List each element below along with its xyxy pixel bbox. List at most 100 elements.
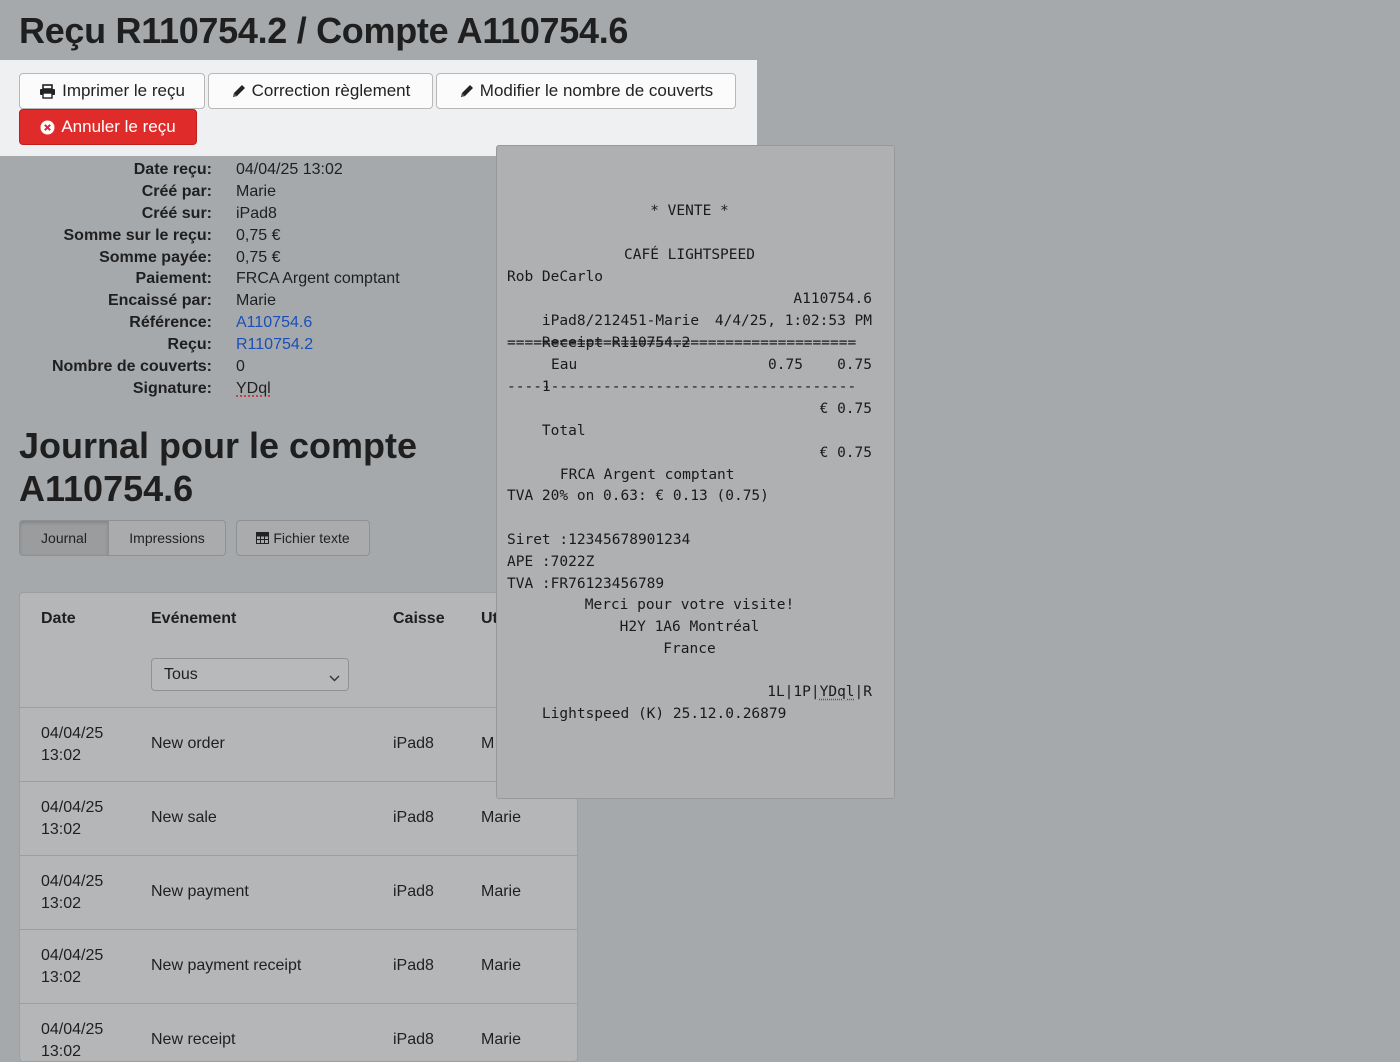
row-date: 04/04/25 13:02 xyxy=(41,1019,141,1062)
row-date-day: 04/04/25 xyxy=(41,725,103,742)
table-row[interactable]: 04/04/25 13:02 New sale iPad8 Marie xyxy=(20,781,578,855)
cancel-receipt-label: Annuler le reçu xyxy=(61,117,175,137)
pencil-icon xyxy=(459,84,474,99)
row-register: iPad8 xyxy=(393,1031,434,1049)
row-date-day: 04/04/25 xyxy=(41,1021,103,1038)
detail-value: 0,75 € xyxy=(236,227,280,245)
detail-label: Encaissé par: xyxy=(108,292,212,310)
detail-row: Encaissé par: Marie xyxy=(0,292,480,314)
row-register: iPad8 xyxy=(393,735,434,753)
detail-row: Référence: A110754.6 xyxy=(0,314,480,336)
receipt-footer: Lightspeed (K) 25.12.0.26879 1L|1P|YDql|… xyxy=(507,681,872,703)
event-filter-select[interactable]: Tous xyxy=(151,658,349,691)
signature-value: YDql xyxy=(236,380,271,398)
text-file-button[interactable]: Fichier texte xyxy=(236,520,370,556)
row-date-time: 13:02 xyxy=(41,969,81,986)
cancel-circle-icon xyxy=(40,120,55,135)
journal-title: Journal pour le compte A110754.6 xyxy=(19,424,479,510)
row-date-day: 04/04/25 xyxy=(41,947,103,964)
detail-value: FRCA Argent comptant xyxy=(236,270,400,288)
table-row[interactable]: 04/04/25 13:02 New payment receipt iPad8 … xyxy=(20,929,578,1003)
detail-value: iPad8 xyxy=(236,205,277,223)
detail-label: Date reçu: xyxy=(134,161,212,179)
column-header-register: Caisse xyxy=(393,610,445,628)
receipt-link[interactable]: R110754.2 xyxy=(236,336,313,354)
text-file-label: Fichier texte xyxy=(273,530,349,546)
edit-covers-button[interactable]: Modifier le nombre de couverts xyxy=(436,73,736,109)
table-icon xyxy=(256,532,269,544)
row-date-day: 04/04/25 xyxy=(41,873,103,890)
receipt-siret: Siret :12345678901234 xyxy=(507,529,872,551)
row-event: New sale xyxy=(151,809,217,827)
event-filter-value: Tous xyxy=(164,666,198,684)
receipt-separator: ---------------------------------------- xyxy=(507,376,872,398)
row-date: 04/04/25 13:02 xyxy=(41,871,141,915)
receipt-account: A110754.6 xyxy=(793,288,872,310)
receipt-payment-line: FRCA Argent comptant € 0.75 xyxy=(507,442,872,464)
receipt-payment-value: € 0.75 xyxy=(820,442,872,464)
chevron-down-icon xyxy=(329,669,340,687)
receipt-number-line: Receipt R110754.2 4/4/25, 1:02:53 PM xyxy=(507,310,872,332)
row-register: iPad8 xyxy=(393,957,434,975)
detail-value: 04/04/25 13:02 xyxy=(236,161,343,179)
row-register: iPad8 xyxy=(393,883,434,901)
detail-label: Nombre de couverts: xyxy=(52,358,212,376)
tab-journal[interactable]: Journal xyxy=(19,520,109,556)
tab-impressions[interactable]: Impressions xyxy=(109,520,226,556)
column-header-date: Date xyxy=(41,610,76,628)
detail-row: Nombre de couverts: 0 xyxy=(0,358,480,380)
row-user: Marie xyxy=(481,883,521,901)
row-user: Marie xyxy=(481,809,521,827)
receipt-country: France xyxy=(507,638,872,660)
table-row[interactable]: 04/04/25 13:02 New order iPad8 M xyxy=(20,707,578,781)
cancel-receipt-button[interactable]: Annuler le reçu xyxy=(19,109,197,145)
receipt-tva: TVA :FR76123456789 xyxy=(507,573,872,595)
detail-label: Signature: xyxy=(133,380,212,398)
receipt-item-unit: 0.75 xyxy=(768,354,803,376)
journal-tabs: Journal Impressions xyxy=(19,520,226,556)
receipt-footer-signature: YDql xyxy=(820,684,855,700)
detail-value: Marie xyxy=(236,292,276,310)
table-row[interactable]: 04/04/25 13:02 New receipt iPad8 Marie xyxy=(20,1003,578,1062)
detail-label: Somme sur le reçu: xyxy=(64,227,213,245)
detail-row: Paiement: FRCA Argent comptant xyxy=(0,270,480,292)
receipt-payment-label: FRCA Argent comptant xyxy=(542,467,735,483)
row-date-time: 13:02 xyxy=(41,1043,81,1060)
printer-icon xyxy=(39,84,56,99)
detail-label: Somme payée: xyxy=(99,249,212,267)
payment-correction-button[interactable]: Correction règlement xyxy=(208,73,433,109)
detail-row: Reçu: R110754.2 xyxy=(0,336,480,358)
receipt-footer-suffix: |R xyxy=(855,684,872,700)
receipt-postal: H2Y 1A6 Montréal xyxy=(507,616,872,638)
payment-correction-label: Correction règlement xyxy=(252,81,411,101)
row-user: Marie xyxy=(481,1031,521,1049)
receipt-vat-line: TVA 20% on 0.63: € 0.13 (0.75) xyxy=(507,485,872,507)
detail-value: 0,75 € xyxy=(236,249,280,267)
receipt-preview: * VENTE * CAFÉ LIGHTSPEED Rob DeCarlo iP… xyxy=(496,145,895,799)
detail-label: Reçu: xyxy=(168,336,212,354)
table-row[interactable]: 04/04/25 13:02 New payment iPad8 Marie xyxy=(20,855,578,929)
row-date: 04/04/25 13:02 xyxy=(41,797,141,841)
detail-label: Paiement: xyxy=(136,270,212,288)
print-receipt-button[interactable]: Imprimer le reçu xyxy=(19,73,205,109)
account-reference-link[interactable]: A110754.6 xyxy=(236,314,312,332)
row-date-time: 13:02 xyxy=(41,747,81,764)
row-event: New payment receipt xyxy=(151,957,301,975)
detail-value: 0 xyxy=(236,358,245,376)
receipt-thanks: Merci pour votre visite! xyxy=(507,594,872,616)
receipt-footer-version: Lightspeed (K) 25.12.0.26879 xyxy=(542,706,786,722)
receipt-device-line: iPad8/212451-Marie A110754.6 xyxy=(507,288,872,310)
receipt-timestamp: 4/4/25, 1:02:53 PM xyxy=(715,310,872,332)
journal-table: Date Evénement Caisse Ut Tous 04/04/25 13… xyxy=(19,592,578,1062)
row-date-time: 13:02 xyxy=(41,821,81,838)
detail-label: Créé par: xyxy=(142,183,212,201)
detail-row: Créé sur: iPad8 xyxy=(0,205,480,227)
receipt-total-label: Total xyxy=(542,423,586,439)
detail-row: Signature: YDql xyxy=(0,380,480,402)
receipt-ape: APE :7022Z xyxy=(507,551,872,573)
receipt-shop-name: CAFÉ LIGHTSPEED xyxy=(507,244,872,266)
receipt-item-total: 0.75 xyxy=(837,354,872,376)
detail-label: Créé sur: xyxy=(142,205,212,223)
receipt-total-value: € 0.75 xyxy=(820,398,872,420)
receipt-item-name: Eau xyxy=(551,354,577,376)
